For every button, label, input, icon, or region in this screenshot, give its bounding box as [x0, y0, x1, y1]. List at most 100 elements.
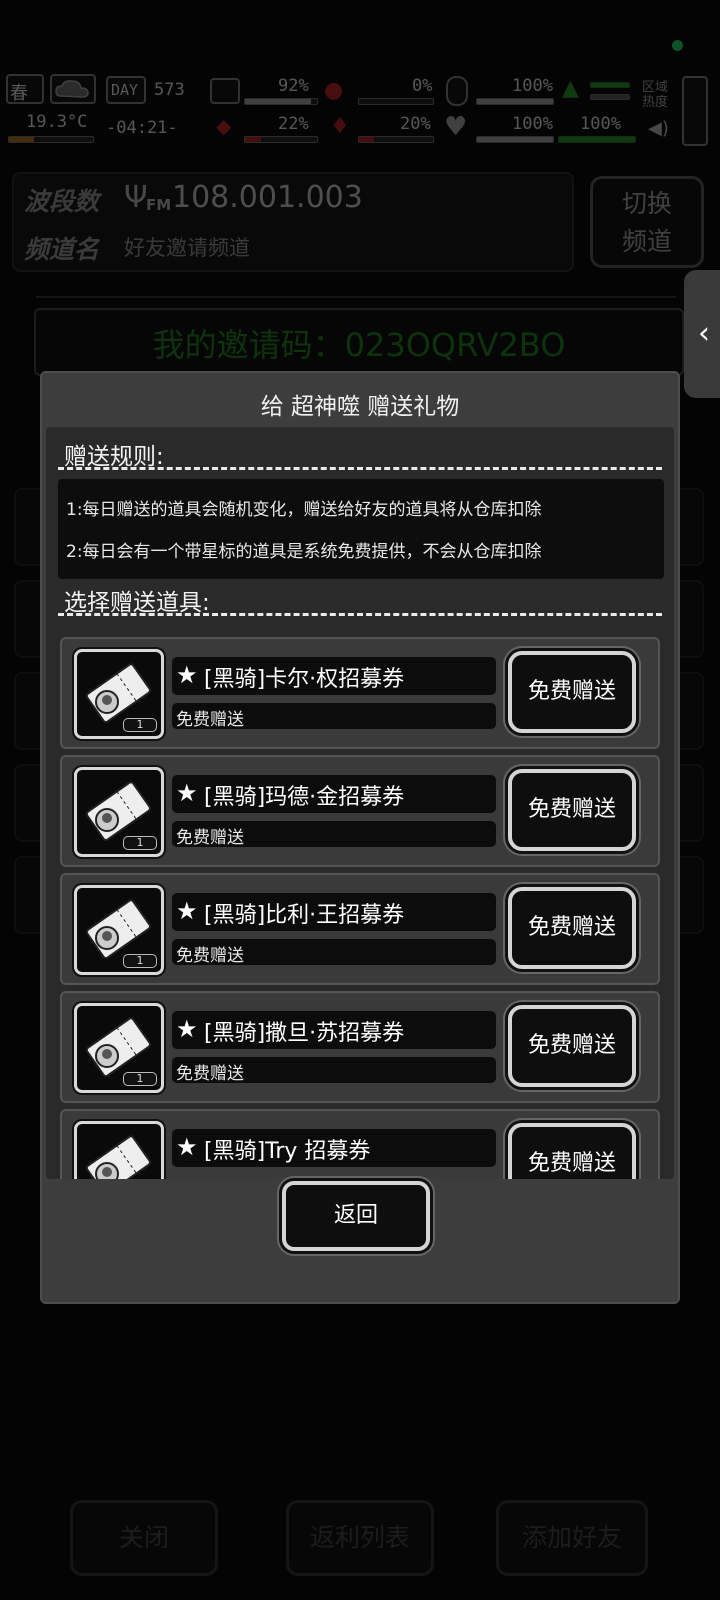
temperature-readout: 19.3°C [26, 112, 88, 132]
dialog-title: 给 超神噬 赠送礼物 [260, 394, 460, 420]
thirst-bar [358, 136, 434, 143]
season-box: 春 [6, 74, 44, 104]
item-name: [黑骑]比利·王招募券 [204, 903, 405, 928]
heart-icon: ♥ [444, 112, 468, 142]
chevron-left-icon: ‹ [698, 316, 710, 351]
fatigue-icon: ◆ [216, 114, 232, 138]
star-icon: ★ [176, 661, 198, 689]
fm-label: FM [146, 196, 172, 214]
side-drawer-tab[interactable]: ‹ [684, 270, 720, 398]
rule-item: 1:每日赠送的道具会随机变化，赠送给好友的道具将从仓库扣除 [66, 500, 542, 520]
arrow-divider [36, 296, 676, 298]
star-icon: ★ [176, 897, 198, 925]
radio-panel: 波段数 Ψ FM 108.001.003 频道名 好友邀请频道 [12, 172, 574, 272]
select-divider [58, 613, 662, 616]
game-screen: 春 19.3°C DAY 573 -04:21- 92% ● 0% 100% ◆… [0, 0, 720, 1600]
close-button[interactable]: 关闭 [70, 1500, 218, 1576]
item-sub-box: 免费赠送 [172, 1057, 496, 1084]
flask-icon: ▲ [562, 76, 579, 101]
rules-heading: 赠送规则: [64, 444, 164, 470]
switch-label-line1: 切换 [621, 189, 672, 218]
item-count-badge: 1 [123, 718, 157, 732]
status-indicator-dot [672, 40, 683, 51]
stomach-icon: ● [324, 78, 344, 103]
weather-icon [50, 74, 96, 104]
energy-bar-mid [590, 94, 630, 100]
rule-item: 2:每日会有一个带星标的道具是系统免费提供，不会从仓库扣除 [66, 542, 542, 562]
recruit-ticket-icon: 1 [74, 767, 164, 857]
item-subtitle: 免费赠送 [176, 1064, 244, 1084]
item-count-badge: 1 [123, 954, 157, 968]
day-value: 573 [154, 80, 185, 100]
add-friend-button[interactable]: 添加好友 [496, 1500, 648, 1576]
gift-item-card: 1 ★ [黑骑]撒旦·苏招募券 免费赠送 免费赠送 [60, 991, 660, 1103]
stamina-icon [446, 76, 468, 106]
temperature-bar [8, 136, 94, 143]
item-count-badge: 1 [123, 836, 157, 850]
free-gift-button[interactable]: 免费赠送 [508, 651, 636, 733]
invite-code-panel: 我的邀请码：023OQRV2BO [34, 308, 684, 376]
item-name: [黑骑]玛德·金招募券 [204, 785, 405, 810]
star-icon: ★ [176, 779, 198, 807]
item-subtitle: 免费赠送 [176, 710, 244, 730]
switch-channel-button[interactable]: 切换 频道 [590, 176, 704, 268]
item-name-box: ★ [黑骑]撒旦·苏招募券 [172, 1011, 496, 1049]
invite-code-text[interactable]: 我的邀请码：023OQRV2BO [36, 320, 682, 366]
free-gift-button[interactable]: 免费赠送 [508, 887, 636, 969]
mood-percent: 100% [512, 114, 553, 134]
water-drop-icon: ♦ [330, 114, 350, 139]
rebate-list-button[interactable]: 返利列表 [286, 1500, 434, 1576]
day-label-box: DAY [106, 76, 146, 104]
heat-meter [682, 76, 708, 146]
item-sub-box: 免费赠送 [172, 703, 496, 730]
recruit-ticket-icon [74, 1121, 164, 1179]
thirst-percent: 20% [400, 114, 431, 134]
antenna-icon: Ψ [124, 180, 148, 215]
gift-item-card: 1 ★ [黑骑]卡尔·权招募券 免费赠送 免费赠送 [60, 637, 660, 749]
mood-bar [476, 136, 554, 143]
star-icon: ★ [176, 1015, 198, 1043]
channel-label: 频道名 [24, 235, 100, 264]
free-gift-button[interactable]: 免费赠送 [508, 1005, 636, 1087]
hud-bar: 春 19.3°C DAY 573 -04:21- 92% ● 0% 100% ◆… [6, 74, 714, 148]
recruit-ticket-icon: 1 [74, 649, 164, 739]
band-label: 波段数 [24, 187, 100, 216]
region-heat-label: 区域热度 [642, 80, 669, 110]
fatigue-percent: 22% [278, 114, 309, 134]
item-name-box: ★ [黑骑]比利·王招募券 [172, 893, 496, 931]
hunger-percent: 0% [412, 76, 433, 96]
star-icon: ★ [176, 1133, 198, 1161]
health-bar [244, 98, 318, 105]
free-gift-button[interactable]: 免费赠送 [508, 769, 636, 851]
medkit-icon [210, 78, 240, 104]
band-value: 108.001.003 [172, 180, 363, 215]
clock-readout: -04:21- [106, 118, 178, 138]
gift-dialog: 给 超神噬 赠送礼物 赠送规则: 1:每日赠送的道具会随机变化，赠送给好友的道具… [40, 371, 680, 1304]
stamina-bar [476, 98, 554, 105]
item-name: [黑骑]Try 招募券 [204, 1139, 371, 1164]
back-button[interactable]: 返回 [282, 1181, 430, 1251]
fatigue-bar [244, 136, 318, 143]
gift-item-card: ★ [黑骑]Try 招募券 免费赠送 [60, 1109, 660, 1179]
hunger-bar [358, 98, 434, 105]
energy-bar [558, 136, 636, 143]
free-gift-button[interactable]: 免费赠送 [508, 1123, 636, 1179]
gift-item-list[interactable]: 1 ★ [黑骑]卡尔·权招募券 免费赠送 免费赠送 1 ★ [黑骑]玛德·金招募… [60, 637, 662, 1179]
season-label: 春 [10, 83, 28, 104]
speaker-icon[interactable]: ◀) [648, 118, 669, 139]
item-sub-box: 免费赠送 [172, 939, 496, 966]
item-subtitle: 免费赠送 [176, 946, 244, 966]
rules-divider [58, 467, 662, 470]
item-subtitle: 免费赠送 [176, 828, 244, 848]
item-name-box: ★ [黑骑]卡尔·权招募券 [172, 657, 496, 695]
switch-label-line2: 频道 [621, 227, 672, 256]
recruit-ticket-icon: 1 [74, 1003, 164, 1093]
item-name-box: ★ [黑骑]Try 招募券 [172, 1129, 496, 1167]
item-name-box: ★ [黑骑]玛德·金招募券 [172, 775, 496, 813]
energy-bar-top [590, 82, 630, 88]
day-label: DAY [111, 81, 139, 99]
recruit-ticket-icon: 1 [74, 885, 164, 975]
energy-percent: 100% [580, 114, 621, 134]
stamina-percent: 100% [512, 76, 553, 96]
item-name: [黑骑]卡尔·权招募券 [204, 667, 405, 692]
